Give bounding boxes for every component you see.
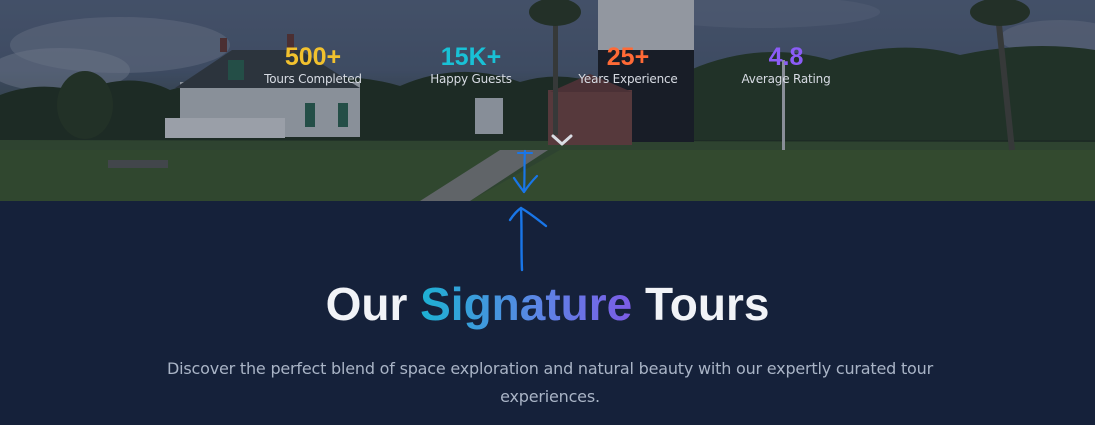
section-subtitle: Discover the perfect blend of space expl… [167, 359, 933, 406]
stat-tours-completed: 500+ Tours Completed [238, 42, 388, 86]
hero-banner: 500+ Tours Completed 15K+ Happy Guests 2… [0, 0, 1095, 201]
stat-label: Average Rating [741, 72, 831, 86]
chevron-down-icon[interactable] [549, 131, 575, 149]
annotation-arrow-down-icon [512, 149, 539, 194]
stat-average-rating: 4.8 Average Rating [711, 42, 861, 86]
stat-label: Happy Guests [430, 72, 512, 86]
title-accent: Signature [420, 278, 633, 330]
annotation-arrow-up-icon [508, 206, 548, 272]
stat-happy-guests: 15K+ Happy Guests [396, 42, 546, 86]
stat-value: 15K+ [440, 43, 502, 71]
stat-value: 500+ [284, 43, 342, 71]
stat-label: Tours Completed [264, 72, 362, 86]
section-title: Our Signature Tours [325, 278, 770, 330]
stat-label: Years Experience [578, 72, 678, 86]
stat-value: 25+ [606, 43, 650, 71]
stat-value: 4.8 [768, 43, 804, 71]
stat-years-experience: 25+ Years Experience [553, 42, 703, 86]
stats-bar: 500+ Tours Completed 15K+ Happy Guests 2… [0, 42, 1095, 102]
